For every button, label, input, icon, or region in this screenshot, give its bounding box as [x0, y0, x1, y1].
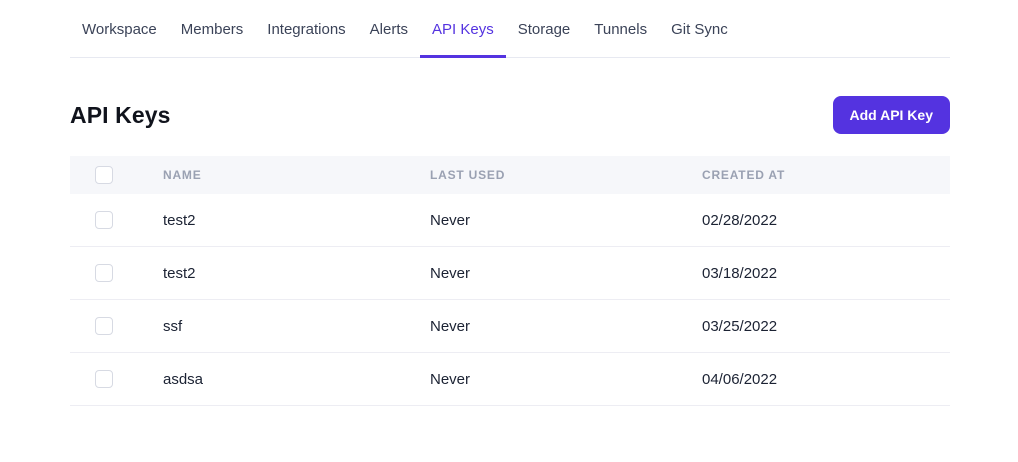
api-key-last-used: Never: [430, 212, 702, 229]
api-key-name: test2: [163, 265, 430, 282]
column-header-last-used: LAST USED: [430, 168, 702, 182]
table-row: asdsa Never 04/06/2022: [70, 353, 950, 406]
row-checkbox-cell: [70, 211, 163, 229]
api-key-created-at: 02/28/2022: [702, 212, 950, 229]
api-key-created-at: 04/06/2022: [702, 371, 950, 388]
column-header-name: NAME: [163, 168, 430, 182]
row-checkbox[interactable]: [95, 370, 113, 388]
column-header-created-at: CREATED AT: [702, 168, 950, 182]
select-all-checkbox[interactable]: [95, 166, 113, 184]
table-row: ssf Never 03/25/2022: [70, 300, 950, 353]
api-key-created-at: 03/25/2022: [702, 318, 950, 335]
tab-api-keys[interactable]: API Keys: [420, 21, 506, 58]
table-header-checkbox-cell: [70, 166, 163, 184]
api-key-created-at: 03/18/2022: [702, 265, 950, 282]
api-key-last-used: Never: [430, 371, 702, 388]
tab-tunnels[interactable]: Tunnels: [582, 21, 659, 58]
table-row: test2 Never 02/28/2022: [70, 194, 950, 247]
tab-workspace[interactable]: Workspace: [70, 21, 169, 58]
tab-git-sync[interactable]: Git Sync: [659, 21, 740, 58]
row-checkbox-cell: [70, 264, 163, 282]
tab-members[interactable]: Members: [169, 21, 256, 58]
row-checkbox[interactable]: [95, 317, 113, 335]
add-api-key-button[interactable]: Add API Key: [833, 96, 951, 134]
api-key-last-used: Never: [430, 318, 702, 335]
row-checkbox-cell: [70, 317, 163, 335]
api-key-name: asdsa: [163, 371, 430, 388]
table-row: test2 Never 03/18/2022: [70, 247, 950, 300]
api-key-name: test2: [163, 212, 430, 229]
row-checkbox[interactable]: [95, 211, 113, 229]
api-key-last-used: Never: [430, 265, 702, 282]
row-checkbox-cell: [70, 370, 163, 388]
api-key-name: ssf: [163, 318, 430, 335]
table-header-row: NAME LAST USED CREATED AT: [70, 156, 950, 194]
api-keys-settings-page: Workspace Members Integrations Alerts AP…: [0, 0, 1018, 462]
row-checkbox[interactable]: [95, 264, 113, 282]
tab-storage[interactable]: Storage: [506, 21, 583, 58]
api-keys-table: NAME LAST USED CREATED AT test2 Never 02…: [70, 156, 950, 406]
page-title: API Keys: [70, 102, 171, 129]
section-header: API Keys Add API Key: [70, 96, 950, 134]
tab-integrations[interactable]: Integrations: [255, 21, 357, 58]
settings-tab-bar: Workspace Members Integrations Alerts AP…: [70, 0, 950, 58]
tab-alerts[interactable]: Alerts: [358, 21, 420, 58]
